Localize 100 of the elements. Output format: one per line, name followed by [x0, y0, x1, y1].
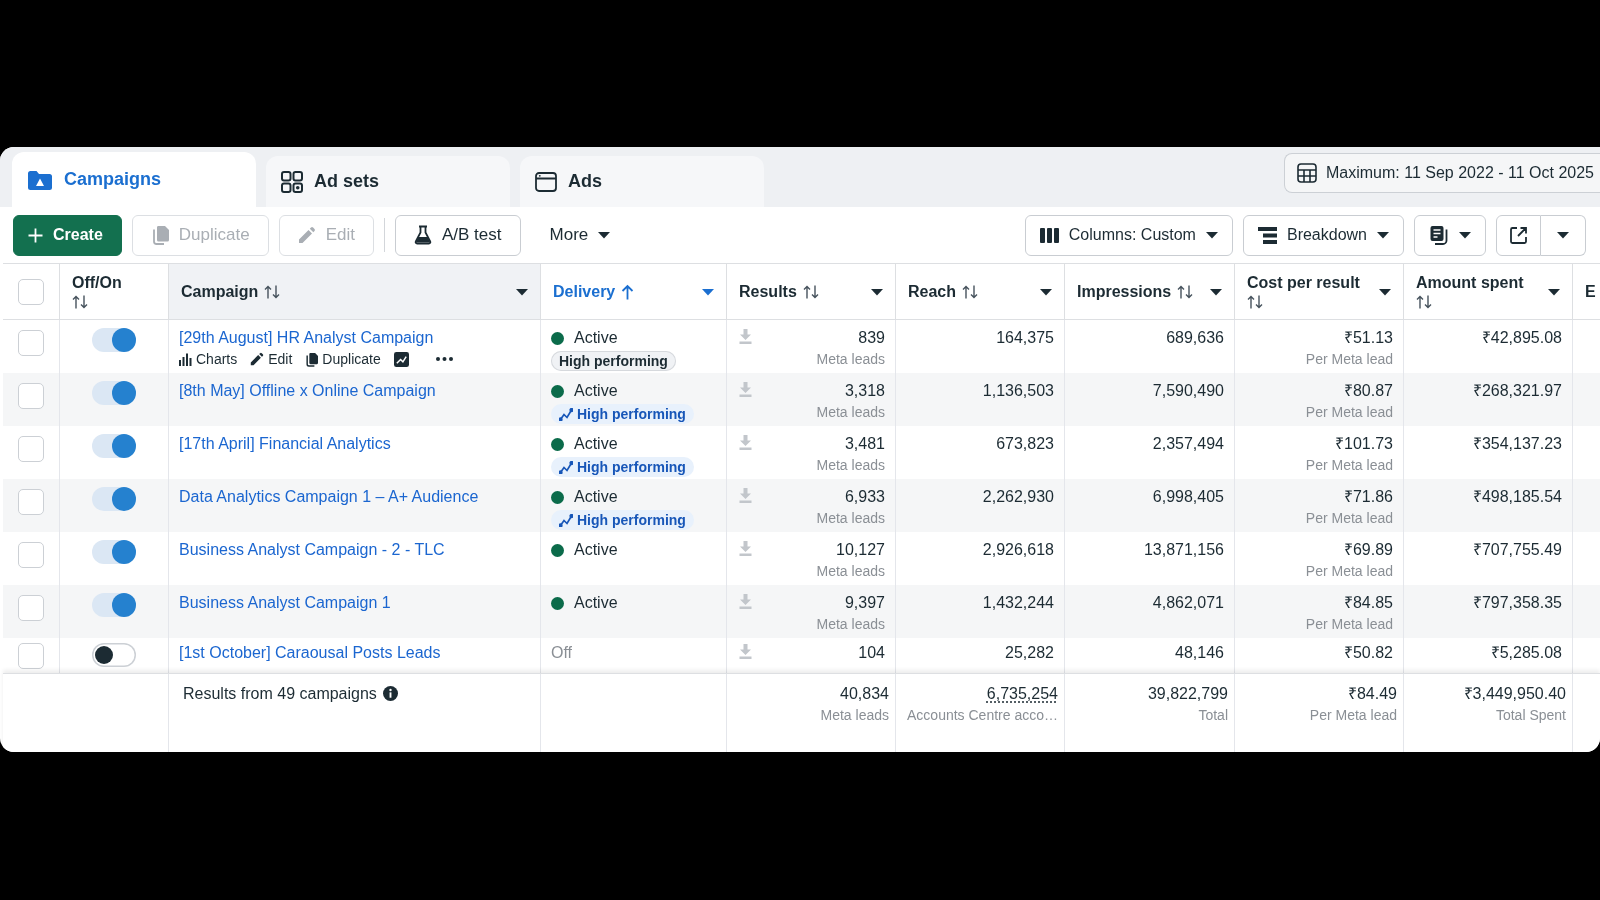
- menu-button[interactable]: More: [530, 214, 622, 256]
- calendar-icon: [1297, 163, 1317, 183]
- dropdown-button[interactable]: Breakdown: [1242, 214, 1404, 256]
- cost-per-result: ₹51.13: [1343, 328, 1393, 348]
- impressions-count: 7,590,490: [1152, 381, 1224, 401]
- total-amount-spent: ₹3,449,950.40: [1463, 684, 1566, 704]
- caret-icon[interactable]: [516, 287, 528, 296]
- row-checkbox[interactable]: [18, 436, 44, 462]
- column-header[interactable]: Results: [739, 282, 819, 301]
- toggle-switch[interactable]: [92, 487, 136, 511]
- campaign-link[interactable]: [17th April] Financial Analytics: [179, 435, 391, 452]
- sort-icon: [1247, 295, 1263, 309]
- cost-per-result: ₹71.86: [1343, 487, 1393, 507]
- date-range-button[interactable]: Maximum: 11 Sep 2022 - 11 Oct 2025: [1284, 153, 1600, 193]
- stacked-bars-icon: [1257, 226, 1277, 244]
- sort-icon: [1177, 284, 1194, 299]
- total-impressions: 39,822,799: [1147, 684, 1228, 704]
- tab[interactable]: Campaigns: [12, 152, 256, 207]
- caret-icon: [598, 231, 611, 239]
- average-cost-per-result: ₹84.49: [1347, 684, 1397, 704]
- result-type: Meta leads: [816, 615, 885, 634]
- results-summary: Results from 49 campaigns: [183, 684, 377, 704]
- column-header[interactable]: Delivery: [553, 282, 635, 301]
- caret-icon[interactable]: [1210, 287, 1222, 296]
- up-arrow-icon: [621, 283, 635, 300]
- column-header[interactable]: E: [1585, 282, 1596, 301]
- result-count: 3,318: [844, 381, 885, 401]
- status-dot-icon: [551, 543, 564, 557]
- result-type: Meta leads: [816, 562, 885, 581]
- cost-per-result: ₹84.85: [1343, 593, 1393, 613]
- row-action-link[interactable]: Duplicate: [305, 351, 381, 367]
- row-checkbox[interactable]: [18, 330, 44, 356]
- select-all-checkbox[interactable]: [18, 278, 44, 305]
- toggle-switch[interactable]: [92, 328, 136, 352]
- amount-spent: ₹268,321.97: [1472, 381, 1562, 401]
- cost-unit: Per Meta lead: [1305, 615, 1393, 634]
- sort-icon: [1416, 295, 1432, 309]
- info-icon[interactable]: [382, 686, 398, 701]
- total-spent-label: Total Spent: [1495, 706, 1566, 725]
- amount-spent: ₹354,137.23: [1472, 434, 1562, 454]
- campaign-link[interactable]: Business Analyst Campaign - 2 - TLC: [179, 541, 445, 558]
- caret-button[interactable]: [1541, 214, 1586, 256]
- badge-label: High performing: [559, 352, 668, 370]
- row-checkbox[interactable]: [18, 595, 44, 621]
- delivery-status: Off: [551, 643, 573, 663]
- reach-count: 2,262,930: [982, 487, 1054, 507]
- toggle-switch[interactable]: [92, 643, 136, 667]
- more-icon[interactable]: [435, 357, 453, 361]
- campaign-link[interactable]: [29th August] HR Analyst Campaign: [179, 329, 434, 346]
- column-header[interactable]: Impressions: [1077, 282, 1194, 301]
- documents-dropdown-button[interactable]: [1414, 214, 1486, 256]
- grid-icon: [281, 170, 303, 193]
- row-checkbox[interactable]: [18, 643, 44, 669]
- toggle-switch[interactable]: [92, 381, 136, 405]
- amount-spent: ₹5,285.08: [1490, 643, 1562, 663]
- row-action-link[interactable]: Edit: [250, 351, 293, 367]
- tab[interactable]: Ads: [520, 156, 764, 207]
- row-checkbox[interactable]: [18, 542, 44, 568]
- average-cost-unit: Per Meta lead: [1309, 706, 1397, 725]
- caret-icon[interactable]: [871, 287, 883, 296]
- toggle-switch[interactable]: [92, 540, 136, 564]
- amount-spent: ₹707,755.49: [1472, 540, 1562, 560]
- column-header[interactable]: Off/On: [72, 274, 132, 309]
- total-results-unit: Meta leads: [820, 706, 889, 725]
- caret-icon[interactable]: [1548, 287, 1560, 296]
- column-header[interactable]: Campaign: [181, 282, 281, 301]
- campaign-link[interactable]: [1st October] Caraousal Posts Leads: [179, 644, 441, 661]
- toggle-switch[interactable]: [92, 434, 136, 458]
- sort-icon: [72, 295, 88, 309]
- line-chart-icon[interactable]: [393, 351, 409, 367]
- row-action-link[interactable]: Charts: [179, 351, 238, 367]
- row-checkbox[interactable]: [18, 383, 44, 409]
- status-dot-icon: [551, 437, 564, 451]
- row-checkbox[interactable]: [18, 489, 44, 515]
- tab[interactable]: Ad sets: [266, 156, 510, 207]
- sort-icon: [802, 284, 819, 299]
- campaign-link[interactable]: [8th May] Offline x Online Campaign: [179, 382, 436, 399]
- column-header[interactable]: Reach: [908, 282, 979, 301]
- status-dot-icon: [551, 490, 564, 504]
- badge-label: High performing: [577, 511, 686, 529]
- external-link-icon: [1509, 225, 1528, 245]
- caret-icon: [1459, 231, 1471, 239]
- impressions-count: 2,357,494: [1152, 434, 1224, 454]
- dropdown-button[interactable]: Columns: Custom: [1024, 214, 1233, 256]
- campaign-link[interactable]: Data Analytics Campaign 1 – A+ Audience: [179, 488, 479, 505]
- delivery-status: Active: [574, 381, 618, 401]
- toolbar-button[interactable]: A/B test: [395, 214, 521, 256]
- copy-icon: [305, 351, 319, 367]
- caret-icon[interactable]: [1040, 287, 1052, 296]
- amount-spent: ₹42,895.08: [1481, 328, 1562, 348]
- window-icon: [535, 171, 557, 192]
- primary-button[interactable]: Create: [13, 214, 122, 256]
- status-dot-icon: [551, 331, 564, 345]
- cost-unit: Per Meta lead: [1305, 350, 1393, 369]
- caret-icon[interactable]: [1379, 287, 1391, 296]
- column-header[interactable]: Cost per result: [1247, 274, 1373, 309]
- campaign-link[interactable]: Business Analyst Campaign 1: [179, 594, 391, 611]
- external-link-button[interactable]: [1496, 214, 1541, 256]
- toggle-switch[interactable]: [92, 593, 136, 617]
- column-header[interactable]: Amount spent: [1416, 274, 1542, 309]
